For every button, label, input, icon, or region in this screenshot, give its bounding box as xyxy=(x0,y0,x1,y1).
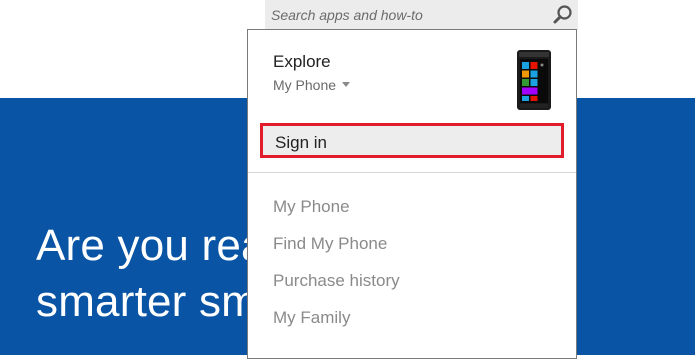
phone-image xyxy=(517,50,551,110)
search-button[interactable] xyxy=(550,2,576,28)
hero-line-1: Are you rea xyxy=(36,221,266,270)
menu-divider xyxy=(248,172,576,173)
menu-item-find-my-phone[interactable]: Find My Phone xyxy=(273,234,387,254)
explore-title: Explore xyxy=(273,52,331,71)
search-icon xyxy=(553,5,572,24)
menu-item-my-phone[interactable]: My Phone xyxy=(273,197,350,217)
hero-headline: Are you rea smarter sm xyxy=(36,218,266,330)
account-dropdown: Explore My Phone Sign in My Phone Find M… xyxy=(247,29,577,359)
hero-line-2: smarter sm xyxy=(36,277,258,326)
sign-in-label: Sign in xyxy=(275,133,327,152)
device-selector[interactable]: My Phone xyxy=(273,77,351,93)
chevron-down-icon xyxy=(342,81,351,87)
menu-item-purchase-history[interactable]: Purchase history xyxy=(273,271,400,291)
sign-in-button[interactable]: Sign in xyxy=(260,123,564,158)
search-input[interactable] xyxy=(265,0,541,30)
menu-item-my-family[interactable]: My Family xyxy=(273,308,350,328)
search-bar xyxy=(265,0,578,30)
device-selector-label: My Phone xyxy=(273,77,337,93)
